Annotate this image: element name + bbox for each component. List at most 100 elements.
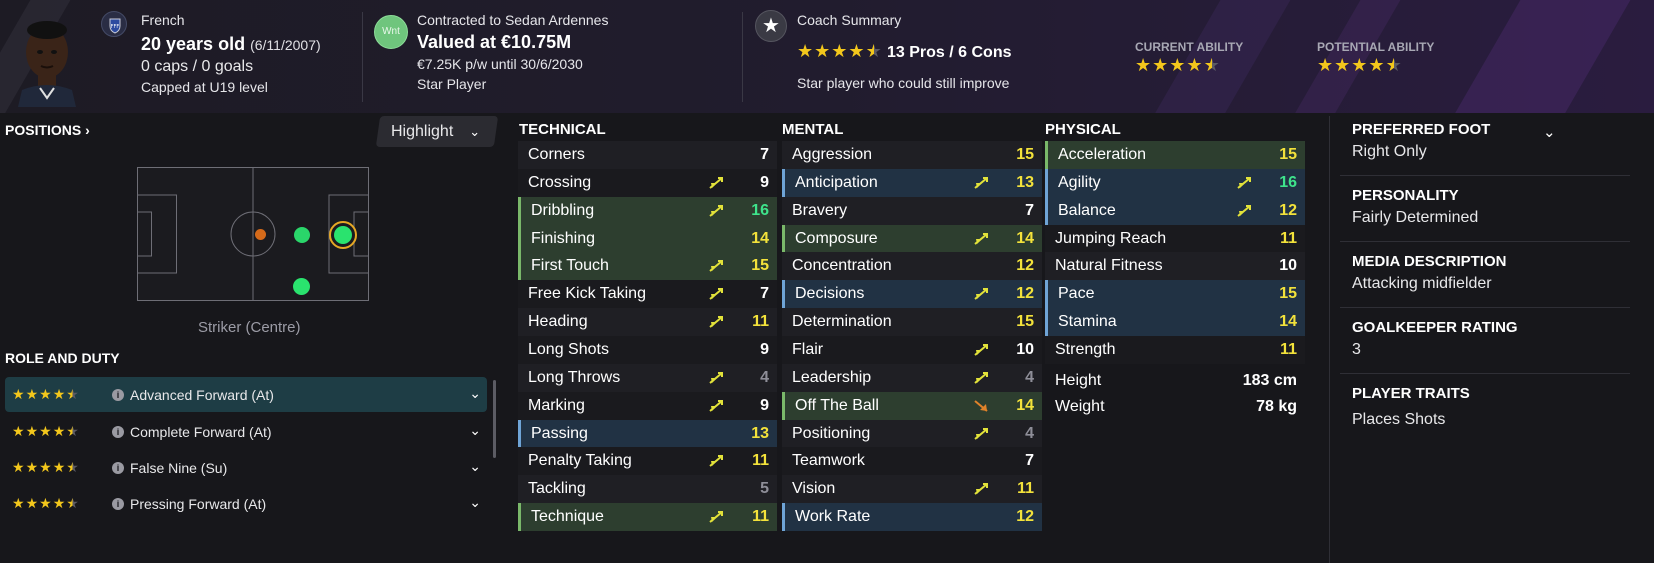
info-icon[interactable]: i xyxy=(112,497,124,510)
trend-up-icon xyxy=(709,455,723,468)
trend-up-icon xyxy=(709,260,723,273)
mental-attr-row[interactable]: Composure 14 xyxy=(782,224,1042,253)
role-row[interactable]: ★ ★ ★ ★ ★ i False Nine (Su) ⌄ xyxy=(5,450,487,485)
mental-attr-row[interactable]: Vision 11 xyxy=(782,475,1042,504)
mental-attr-row[interactable]: Aggression 15 xyxy=(782,141,1042,169)
no-trend xyxy=(709,149,723,161)
mental-attr-row[interactable]: Concentration 12 xyxy=(782,252,1042,281)
mental-attr-row[interactable]: Positioning 4 xyxy=(782,419,1042,448)
attr-name: Finishing xyxy=(531,229,596,247)
current-ability-stars: ★ ★ ★ ★ ★ xyxy=(1135,55,1220,75)
technical-attr-row[interactable]: Long Shots 9 xyxy=(518,335,777,364)
attr-value: 7 xyxy=(1025,201,1034,219)
technical-attr-row[interactable]: First Touch 15 xyxy=(518,252,777,281)
info-icon[interactable]: i xyxy=(112,388,124,401)
attr-value: 16 xyxy=(751,201,769,219)
technical-attr-row[interactable]: Free Kick Taking 7 xyxy=(518,280,777,309)
physical-attr-row[interactable]: Balance 12 xyxy=(1045,196,1305,225)
chevron-down-icon[interactable]: ⌄ xyxy=(469,422,481,439)
info-icon[interactable]: i xyxy=(112,461,124,474)
positions-title[interactable]: POSITIONS › xyxy=(5,122,90,138)
chevron-down-icon[interactable]: ⌄ xyxy=(1543,123,1556,141)
highlight-dropdown[interactable]: Highlight ⌄ xyxy=(375,116,499,147)
mental-attr-row[interactable]: Decisions 12 xyxy=(782,280,1042,309)
technical-attr-row[interactable]: Heading 11 xyxy=(518,308,777,337)
technical-attr-row[interactable]: Passing 13 xyxy=(518,419,777,448)
attr-name: Stamina xyxy=(1058,313,1117,331)
trend-up-icon xyxy=(974,176,988,189)
trend-up-icon xyxy=(709,399,723,412)
trend-up-icon xyxy=(709,371,723,384)
contract-text[interactable]: Contracted to Sedan Ardennes xyxy=(417,12,608,28)
role-rating-stars: ★ ★ ★ ★ ★ xyxy=(12,459,79,475)
attr-value: 9 xyxy=(760,340,769,358)
chevron-down-icon[interactable]: ⌄ xyxy=(469,385,481,402)
attr-value: 4 xyxy=(1025,424,1034,442)
physical-attr-row[interactable]: Natural Fitness 10 xyxy=(1045,252,1305,281)
trend-up-icon xyxy=(974,343,988,356)
mental-attr-row[interactable]: Bravery 7 xyxy=(782,196,1042,225)
no-trend xyxy=(1237,344,1251,356)
physical-attr-row[interactable]: Strength 11 xyxy=(1045,335,1305,364)
physical-attr-row[interactable]: Pace 15 xyxy=(1045,280,1305,309)
technical-attr-row[interactable]: Long Throws 4 xyxy=(518,363,777,392)
attr-value: 15 xyxy=(1016,313,1034,331)
club-badge-icon[interactable]: Wnt xyxy=(374,15,408,49)
mental-attr-row[interactable]: Leadership 4 xyxy=(782,363,1042,392)
mental-attr-row[interactable]: Flair 10 xyxy=(782,335,1042,364)
mental-attr-row[interactable]: Determination 15 xyxy=(782,308,1042,337)
attr-value: 16 xyxy=(1279,173,1297,191)
physical-attr-row[interactable]: Jumping Reach 11 xyxy=(1045,224,1305,253)
attr-name: Determination xyxy=(792,313,892,331)
pitch-diagram[interactable] xyxy=(137,167,369,301)
role-row[interactable]: ★ ★ ★ ★ ★ i Advanced Forward (At) ⌄ xyxy=(5,377,487,412)
technical-attr-row[interactable]: Marking 9 xyxy=(518,391,777,420)
technical-attr-row[interactable]: Dribbling 16 xyxy=(518,196,777,225)
position-dot-st-selected[interactable] xyxy=(329,221,357,249)
technical-attr-row[interactable]: Technique 11 xyxy=(518,503,777,532)
technical-attr-row[interactable]: Crossing 9 xyxy=(518,168,777,197)
mental-attr-row[interactable]: Teamwork 7 xyxy=(782,447,1042,476)
attr-value: 11 xyxy=(1280,229,1297,247)
attr-name: Vision xyxy=(792,480,836,498)
position-dot-am[interactable] xyxy=(294,227,310,243)
chevron-down-icon[interactable]: ⌄ xyxy=(469,494,481,511)
technical-attr-row[interactable]: Finishing 14 xyxy=(518,224,777,253)
position-dot-orange[interactable] xyxy=(255,229,266,240)
attr-value: 5 xyxy=(760,480,769,498)
attr-name: Acceleration xyxy=(1058,146,1147,163)
chevron-down-icon[interactable]: ⌄ xyxy=(469,458,481,475)
chevron-right-icon: › xyxy=(85,122,90,138)
mental-attr-row[interactable]: Off The Ball 14 xyxy=(782,391,1042,420)
goalkeeper-rating-value: 3 xyxy=(1352,341,1361,358)
physical-attr-row[interactable]: Stamina 14 xyxy=(1045,308,1305,337)
no-trend xyxy=(1237,288,1251,300)
role-duty-title: ROLE AND DUTY xyxy=(5,350,120,366)
attr-name: Technique xyxy=(531,508,604,526)
info-icon[interactable]: i xyxy=(112,425,124,438)
roles-scrollbar[interactable] xyxy=(493,380,496,458)
caps-goals-text: 0 caps / 0 goals xyxy=(141,58,254,75)
attr-value: 7 xyxy=(1025,452,1034,470)
position-dot-lower[interactable] xyxy=(293,278,310,295)
player-photo xyxy=(18,10,76,107)
physical-attr-row[interactable]: Agility 16 xyxy=(1045,168,1305,197)
attr-name: Jumping Reach xyxy=(1055,229,1167,247)
attr-value: 15 xyxy=(751,257,769,275)
nation-crest-icon[interactable]: FFF xyxy=(101,11,127,37)
role-row[interactable]: ★ ★ ★ ★ ★ i Complete Forward (At) ⌄ xyxy=(5,414,487,449)
mental-attr-row[interactable]: Anticipation 13 xyxy=(782,168,1042,197)
player-traits-label: PLAYER TRAITS xyxy=(1352,385,1470,402)
technical-attr-row[interactable]: Tackling 5 xyxy=(518,475,777,504)
role-row[interactable]: ★ ★ ★ ★ ★ i Pressing Forward (At) ⌄ xyxy=(5,486,487,521)
trend-up-icon xyxy=(709,511,723,523)
attr-name: Corners xyxy=(528,146,585,163)
preferred-foot-label: PREFERRED FOOT xyxy=(1352,121,1491,138)
technical-attr-row[interactable]: Corners 7 xyxy=(518,141,777,169)
physical-attr-row[interactable]: Acceleration 15 xyxy=(1045,141,1305,169)
pros-cons-text[interactable]: 13 Pros / 6 Cons xyxy=(887,44,1012,62)
attr-value: 14 xyxy=(1279,313,1297,331)
technical-attr-row[interactable]: Penalty Taking 11 xyxy=(518,447,777,476)
mental-attr-row[interactable]: Work Rate 12 xyxy=(782,503,1042,532)
wage-text: €7.25K p/w until 30/6/2030 xyxy=(417,56,583,72)
